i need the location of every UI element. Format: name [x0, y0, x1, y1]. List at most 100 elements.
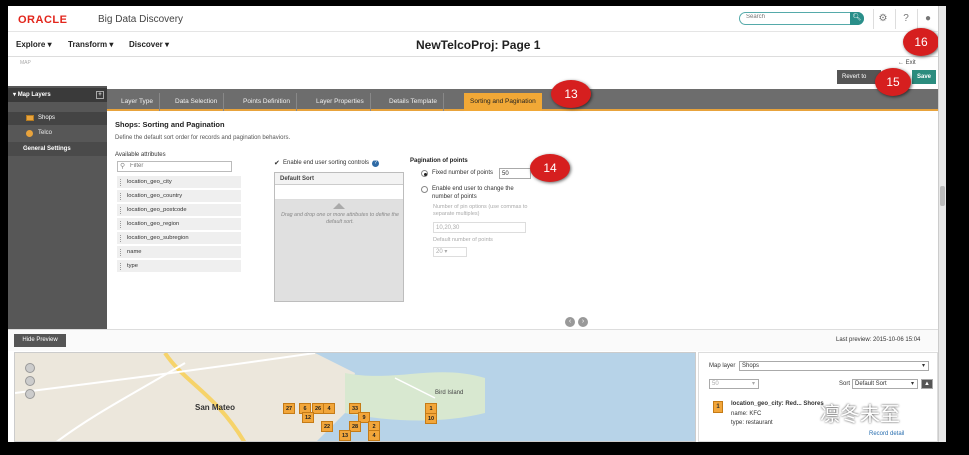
- user-icon[interactable]: ●: [921, 12, 935, 26]
- default-sort-dropzone[interactable]: Default Sort Drag and drop one or more a…: [274, 172, 404, 302]
- divider: [917, 9, 918, 29]
- settings-content: Shops: Sorting and Pagination Define the…: [107, 113, 938, 329]
- callout-15: 15: [875, 68, 911, 96]
- enable-sort-option[interactable]: ✔ Enable end user sorting controls?: [274, 159, 380, 167]
- map-marker[interactable]: 12: [302, 412, 314, 423]
- vertical-scrollbar[interactable]: [938, 6, 946, 442]
- pan-icon[interactable]: [25, 376, 35, 386]
- map-layers-panel: ▾ Map Layers + Shops Telco General Setti…: [8, 86, 107, 329]
- callout-16: 16: [903, 28, 938, 56]
- filter-box[interactable]: ⚲: [117, 161, 232, 172]
- watermark: 凛冬未至: [820, 402, 900, 426]
- tab-details-template[interactable]: Details Template: [383, 93, 444, 111]
- map-marker[interactable]: 27: [283, 403, 295, 414]
- nav-explore[interactable]: Explore ▾: [16, 40, 52, 49]
- sort-select[interactable]: Default Sort ▾: [852, 379, 918, 389]
- drag-handle-icon[interactable]: [120, 249, 122, 256]
- map-label-san-mateo: San Mateo: [195, 403, 236, 412]
- zoom-in-icon[interactable]: [25, 363, 35, 373]
- default-points-select[interactable]: 20 ▾: [433, 247, 467, 257]
- filter-input[interactable]: [130, 163, 225, 169]
- attribute-item[interactable]: name: [117, 246, 241, 259]
- fixed-points-input[interactable]: 50: [499, 168, 531, 179]
- map-label-bird-island: Bird Island: [435, 390, 464, 396]
- checkbox-checked-icon[interactable]: ✔: [274, 159, 281, 167]
- map-preview[interactable]: San Mateo Bird Island 27 6 26 4 33 12 9 …: [14, 352, 696, 442]
- add-layer-icon[interactable]: +: [96, 91, 104, 99]
- next-page-icon[interactable]: ›: [578, 317, 588, 327]
- attribute-item[interactable]: location_geo_country: [117, 190, 241, 203]
- scrollbar-thumb[interactable]: [940, 186, 945, 206]
- telco-layer-icon: [26, 130, 33, 137]
- search-icon: ⚲: [120, 163, 126, 170]
- shop-layer-icon: [26, 115, 34, 121]
- drag-handle-icon[interactable]: [120, 207, 122, 214]
- drag-handle-icon[interactable]: [120, 235, 122, 242]
- pin-options-input[interactable]: 10,20,30: [433, 222, 526, 233]
- tab-points-definition[interactable]: Points Definition: [237, 93, 297, 111]
- map-marker[interactable]: 22: [321, 421, 333, 432]
- main-nav: Explore ▾ Transform ▾ Discover ▾ NewTelc…: [8, 33, 938, 57]
- map-layers-header[interactable]: ▾ Map Layers +: [8, 88, 107, 102]
- map-marker[interactable]: 4: [368, 430, 380, 441]
- drag-handle-icon[interactable]: [120, 263, 122, 270]
- sort-label: Sort: [839, 381, 851, 387]
- drag-handle-icon[interactable]: [120, 221, 122, 228]
- tab-layer-properties[interactable]: Layer Properties: [310, 93, 371, 111]
- oracle-logo: ORACLE: [18, 14, 68, 26]
- section-title: Shops: Sorting and Pagination: [115, 120, 225, 129]
- gear-icon[interactable]: ⚙: [876, 12, 890, 26]
- save-button[interactable]: Save: [912, 70, 936, 84]
- attribute-item[interactable]: location_geo_postcode: [117, 204, 241, 217]
- divider: [873, 9, 874, 29]
- help-icon[interactable]: ?: [372, 160, 380, 167]
- tab-data-selection[interactable]: Data Selection: [169, 93, 225, 111]
- general-settings[interactable]: General Settings: [8, 142, 107, 156]
- record-type: type: restaurant: [731, 420, 773, 426]
- search-box[interactable]: 🔍︎: [739, 12, 864, 25]
- drag-handle-icon[interactable]: [120, 193, 122, 200]
- record-detail-link[interactable]: Record detail: [869, 431, 904, 437]
- page-size-select[interactable]: 50 ▾: [709, 379, 759, 389]
- attribute-item[interactable]: type: [117, 260, 241, 273]
- hide-preview-button[interactable]: Hide Preview: [14, 334, 66, 347]
- search-icon[interactable]: 🔍︎: [850, 12, 864, 25]
- help-icon[interactable]: ?: [899, 12, 913, 26]
- prev-page-icon[interactable]: ‹: [565, 317, 575, 327]
- drag-handle-icon[interactable]: [120, 179, 122, 186]
- map-marker[interactable]: 13: [339, 430, 351, 441]
- enable-change-radio[interactable]: [421, 186, 428, 193]
- sort-drop-slot[interactable]: [275, 185, 403, 200]
- breadcrumb: MAP: [20, 60, 31, 66]
- attribute-item[interactable]: location_geo_city: [117, 176, 241, 189]
- app-window: ORACLE Big Data Discovery 🔍︎ ⚙ ? ● Explo…: [8, 6, 938, 442]
- chevron-down-icon: ▾: [47, 40, 52, 49]
- search-input[interactable]: [746, 14, 846, 20]
- attribute-item[interactable]: location_geo_region: [117, 218, 241, 231]
- record-title[interactable]: location_geo_city: Red... Shores: [731, 401, 824, 407]
- section-description: Define the default sort order for record…: [115, 135, 291, 141]
- tab-bar: Layer Type Data Selection Points Definit…: [107, 89, 938, 111]
- last-preview-timestamp: Last preview: 2015-10-06 15:04: [836, 337, 921, 343]
- fixed-points-radio[interactable]: [421, 170, 428, 177]
- map-marker[interactable]: 10: [425, 413, 437, 424]
- enable-change-label: Enable end user to change the number of …: [432, 186, 514, 200]
- map-layer-select[interactable]: Shops ▾: [739, 361, 929, 371]
- sort-direction-icon[interactable]: ▲: [921, 379, 933, 389]
- map-marker[interactable]: 4: [323, 403, 335, 414]
- exit-link[interactable]: ← Exit: [898, 60, 916, 66]
- nav-discover[interactable]: Discover ▾: [129, 40, 169, 49]
- default-points-label: Default number of points: [433, 237, 493, 243]
- default-sort-header: Default Sort: [275, 173, 403, 185]
- callout-13: 13: [551, 80, 591, 108]
- tab-sorting-pagination[interactable]: Sorting and Pagination: [464, 93, 542, 111]
- attribute-item[interactable]: location_geo_subregion: [117, 232, 241, 245]
- app-name: Big Data Discovery: [98, 14, 184, 25]
- sort-hint: Drag and drop one or more attributes to …: [281, 212, 399, 225]
- chevron-down-icon: ▾: [109, 40, 114, 49]
- layer-item-telco[interactable]: Telco: [8, 127, 107, 140]
- nav-transform[interactable]: Transform ▾: [68, 40, 113, 49]
- zoom-out-icon[interactable]: [25, 389, 35, 399]
- layer-item-shops[interactable]: Shops: [8, 112, 107, 125]
- tab-layer-type[interactable]: Layer Type: [115, 93, 161, 111]
